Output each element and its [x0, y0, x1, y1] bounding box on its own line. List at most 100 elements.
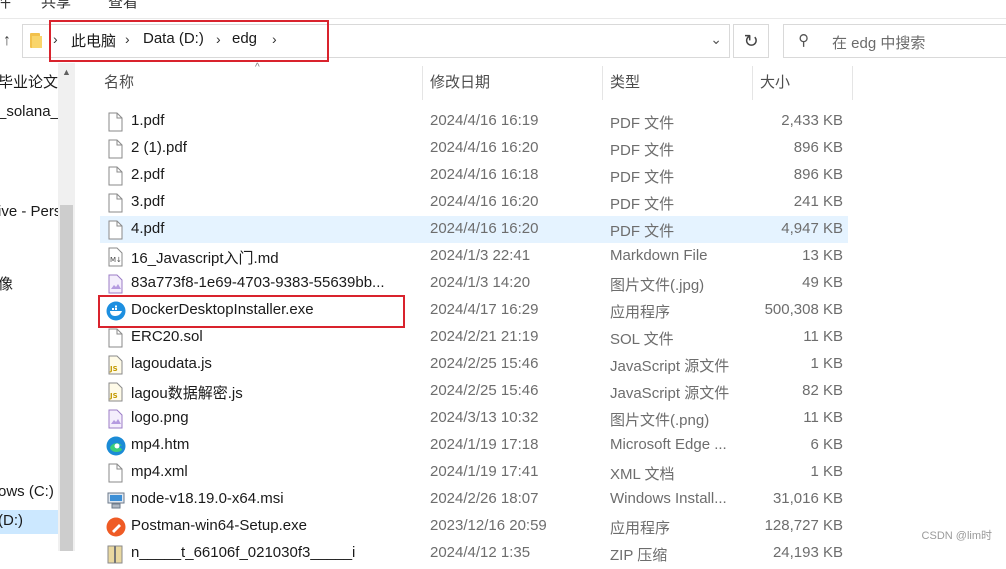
file-row[interactable]: JS lagoudata.js 2024/2/25 15:46 JavaScript … — [100, 351, 848, 378]
document-icon — [106, 139, 124, 159]
file-name: 1.pdf — [131, 112, 165, 129]
nav-item-pictures[interactable]: 像 — [0, 273, 13, 294]
file-row[interactable]: 1.pdf 2024/4/16 16:19 PDF 文件 2,433 KB — [100, 108, 848, 135]
svg-text:JS: JS — [109, 365, 118, 373]
column-header-size[interactable]: 大小 — [760, 64, 850, 100]
file-row[interactable]: 2.pdf 2024/4/16 16:18 PDF 文件 896 KB — [100, 162, 848, 189]
nav-item-data-d[interactable]: (D:) — [0, 510, 58, 534]
file-row[interactable]: 3.pdf 2024/4/16 16:20 PDF 文件 241 KB — [100, 189, 848, 216]
column-divider[interactable] — [602, 66, 603, 100]
file-modified-date: 2024/2/26 18:07 — [430, 490, 539, 507]
ribbon-tab-file[interactable]: 件 — [0, 0, 11, 12]
file-size: 896 KB — [793, 139, 843, 156]
file-row[interactable]: mp4.htm 2024/1/19 17:18 Microsoft Edge ...… — [100, 432, 848, 459]
scroll-up-icon[interactable]: ▲ — [62, 67, 71, 77]
refresh-icon: ↻ — [743, 31, 759, 51]
document-icon — [106, 328, 124, 348]
file-name: n_____t_66106f_021030f3_____i — [131, 544, 356, 561]
file-row[interactable]: M↓ 16_Javascript入门.md 2024/1/3 22:41 Markdo… — [100, 243, 848, 270]
file-type: JavaScript 源文件 — [610, 358, 730, 375]
chevron-down-icon[interactable]: ⌄ — [710, 31, 722, 48]
file-row[interactable]: node-v18.19.0-x64.msi 2024/2/26 18:07 Wind… — [100, 486, 848, 513]
column-header-name[interactable]: 名称 — [104, 64, 422, 100]
file-row[interactable]: logo.png 2024/3/13 10:32 图片文件(.png) 11 KB — [100, 405, 848, 432]
file-type: PDF 文件 — [610, 196, 675, 213]
nav-item-onedrive[interactable]: ive - Pers — [0, 203, 58, 220]
nav-item-thesis[interactable]: 毕业论文相 — [0, 71, 58, 92]
file-row[interactable]: mp4.xml 2024/1/19 17:41 XML 文档 1 KB — [100, 459, 848, 486]
file-name: 2.pdf — [131, 166, 165, 183]
nav-item-label: (D:) — [0, 512, 23, 529]
file-modified-date: 2024/1/3 14:20 — [430, 274, 531, 291]
file-name: ERC20.sol — [131, 328, 203, 345]
file-modified-date: 2024/4/17 16:29 — [430, 301, 539, 318]
search-placeholder: 在 edg 中搜索 — [832, 35, 926, 52]
file-row[interactable]: ERC20.sol 2024/2/21 21:19 SOL 文件 11 KB — [100, 324, 848, 351]
file-type: ZIP 压缩 — [610, 547, 668, 564]
edge-icon — [106, 436, 126, 456]
file-size: 11 KB — [803, 409, 843, 426]
document-icon — [106, 166, 124, 186]
file-type: 应用程序 — [610, 520, 671, 537]
file-modified-date: 2024/2/25 15:46 — [430, 382, 539, 399]
file-highlight-box — [98, 295, 405, 328]
file-size: 24,193 KB — [772, 544, 843, 561]
file-modified-date: 2024/4/12 1:35 — [430, 544, 531, 561]
refresh-button[interactable]: ↻ — [733, 24, 769, 58]
ribbon-tab-share[interactable]: 共享 — [41, 0, 71, 12]
file-row[interactable]: 83a773f8-1e69-4703-9383-55639bb... 2024/1… — [100, 270, 848, 297]
file-row[interactable]: n_____t_66106f_021030f3_____i 2024/4/12 1… — [100, 540, 848, 567]
file-size: 1 KB — [810, 355, 843, 372]
js-icon: JS — [106, 355, 124, 375]
document-icon — [106, 112, 124, 132]
file-row[interactable]: Postman-win64-Setup.exe 2023/12/16 20:59 应… — [100, 513, 848, 540]
file-type: 图片文件(.jpg) — [610, 277, 705, 294]
watermark: CSDN @lim时 — [921, 530, 992, 542]
svg-text:M↓: M↓ — [110, 256, 122, 264]
file-size: 1 KB — [810, 463, 843, 480]
folder-icon — [30, 33, 42, 48]
file-type: 应用程序 — [610, 304, 671, 321]
file-name: mp4.htm — [131, 436, 190, 453]
postman-icon — [106, 517, 126, 537]
nav-item-solana[interactable]: _solana_ — [0, 103, 58, 120]
column-divider[interactable] — [852, 66, 853, 100]
file-size: 4,947 KB — [781, 220, 843, 237]
js-icon: JS — [106, 382, 124, 402]
file-name: 3.pdf — [131, 193, 165, 210]
nav-item-windows-c[interactable]: ows (C:) — [0, 483, 54, 500]
file-type: JavaScript 源文件 — [610, 385, 730, 402]
file-type: Markdown File — [610, 247, 708, 264]
file-type: PDF 文件 — [610, 115, 675, 132]
file-size: 500,308 KB — [764, 301, 843, 318]
document-icon — [106, 220, 124, 240]
column-header-type[interactable]: 类型 — [610, 64, 750, 100]
file-name: lagou数据解密.js — [131, 385, 243, 402]
file-modified-date: 2024/1/19 17:18 — [430, 436, 539, 453]
ribbon-tabs: 件 共享 查看 — [0, 0, 1006, 19]
file-modified-date: 2023/12/16 20:59 — [430, 517, 547, 534]
markdown-icon: M↓ — [106, 247, 124, 267]
file-size: 128,727 KB — [764, 517, 843, 534]
search-input[interactable]: ⚲ 在 edg 中搜索 — [783, 24, 1006, 58]
file-type: PDF 文件 — [610, 223, 675, 240]
file-name: Postman-win64-Setup.exe — [131, 517, 307, 534]
file-row[interactable]: 2 (1).pdf 2024/4/16 16:20 PDF 文件 896 KB — [100, 135, 848, 162]
ribbon-tab-view[interactable]: 查看 — [108, 0, 138, 12]
file-size: 82 KB — [802, 382, 843, 399]
file-type: SOL 文件 — [610, 331, 674, 348]
nav-scrollbar[interactable]: ▲ — [58, 63, 75, 551]
column-divider[interactable] — [752, 66, 753, 100]
address-highlight-box — [49, 20, 329, 62]
file-size: 11 KB — [803, 328, 843, 345]
column-header-date[interactable]: 修改日期 — [430, 64, 600, 100]
file-row[interactable]: 4.pdf 2024/4/16 16:20 PDF 文件 4,947 KB — [100, 216, 848, 243]
file-row[interactable]: JS lagou数据解密.js 2024/2/25 15:46 JavaScript … — [100, 378, 848, 405]
column-divider[interactable] — [422, 66, 423, 100]
file-size: 31,016 KB — [772, 490, 843, 507]
scrollbar-thumb[interactable] — [60, 205, 73, 551]
document-icon — [106, 193, 124, 213]
up-arrow-icon[interactable]: ↑ — [0, 31, 14, 51]
file-size: 49 KB — [802, 274, 843, 291]
file-size: 241 KB — [793, 193, 843, 210]
